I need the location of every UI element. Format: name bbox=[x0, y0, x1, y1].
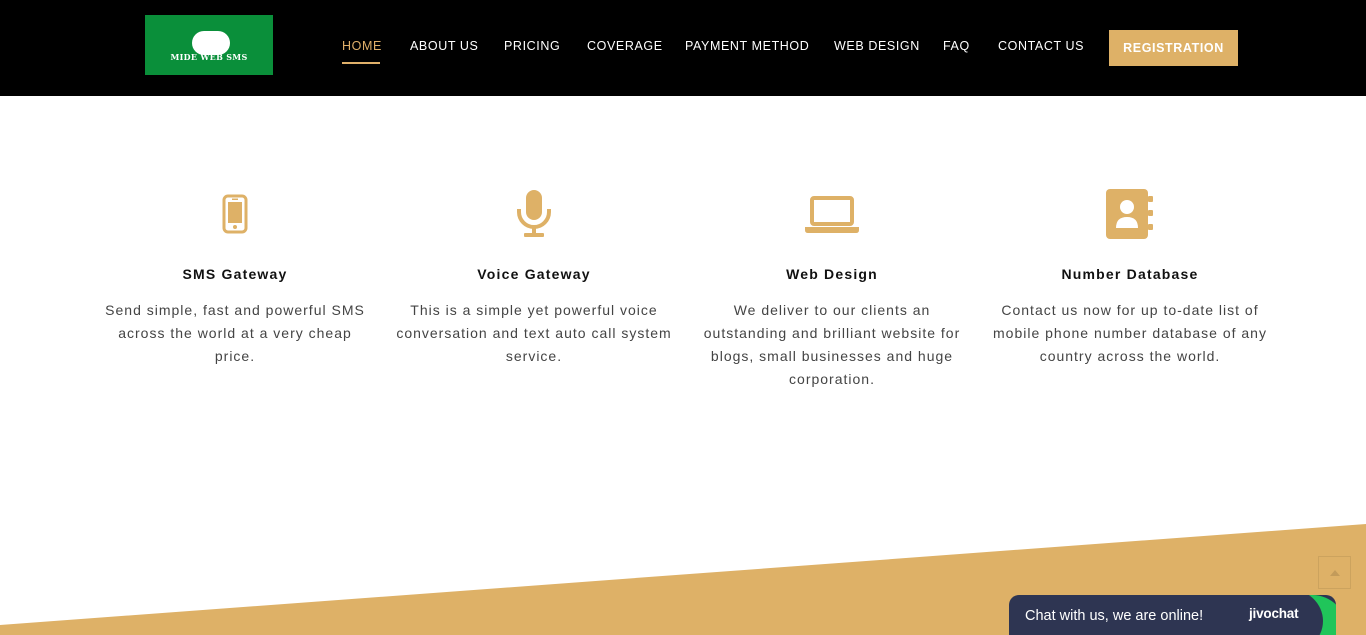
microphone-icon bbox=[395, 186, 673, 242]
feature-number-database: Number Database Contact us now for up to… bbox=[991, 186, 1269, 368]
feature-description: This is a simple yet powerful voice conv… bbox=[396, 302, 672, 364]
nav-coverage[interactable]: COVERAGE bbox=[587, 39, 663, 53]
nav-web-design[interactable]: WEB DESIGN bbox=[834, 39, 920, 53]
chevron-up-icon bbox=[1329, 569, 1340, 576]
nav-contact-us[interactable]: CONTACT US bbox=[998, 39, 1084, 53]
registration-button[interactable]: REGISTRATION bbox=[1109, 30, 1238, 66]
feature-title: Voice Gateway bbox=[477, 266, 591, 282]
site-logo[interactable]: MIDE WEB SMS bbox=[145, 15, 273, 75]
mobile-phone-icon bbox=[96, 186, 374, 242]
feature-title: Number Database bbox=[1061, 266, 1199, 282]
laptop-icon bbox=[693, 186, 971, 242]
feature-description: Contact us now for up to-date list of mo… bbox=[993, 302, 1267, 364]
chat-prompt-text: Chat with us, we are online! bbox=[1025, 608, 1204, 624]
feature-description: We deliver to our clients an outstanding… bbox=[703, 302, 961, 387]
contact-book-icon bbox=[991, 186, 1269, 242]
nav-about-us[interactable]: ABOUT US bbox=[410, 39, 478, 53]
active-nav-indicator bbox=[342, 62, 380, 64]
scroll-to-top-button[interactable] bbox=[1318, 556, 1351, 589]
feature-voice-gateway: Voice Gateway This is a simple yet power… bbox=[395, 186, 673, 368]
feature-sms-gateway: SMS Gateway Send simple, fast and powerf… bbox=[96, 186, 374, 368]
feature-description: Send simple, fast and powerful SMS acros… bbox=[105, 302, 365, 364]
nav-home[interactable]: HOME bbox=[342, 39, 382, 53]
nav-faq[interactable]: FAQ bbox=[943, 39, 970, 53]
logo-text: MIDE WEB SMS bbox=[170, 52, 248, 62]
nav-pricing[interactable]: PRICING bbox=[504, 39, 560, 53]
nav-payment-method[interactable]: PAYMENT METHOD bbox=[685, 39, 809, 53]
live-chat-widget[interactable]: Chat with us, we are online! jivochat bbox=[1009, 595, 1336, 635]
site-header: MIDE WEB SMS HOME ABOUT US PRICING COVER… bbox=[0, 0, 1366, 96]
feature-web-design: Web Design We deliver to our clients an … bbox=[693, 186, 971, 391]
feature-title: Web Design bbox=[786, 266, 878, 282]
jivochat-logo: jivochat bbox=[1249, 606, 1299, 621]
feature-title: SMS Gateway bbox=[182, 266, 288, 282]
